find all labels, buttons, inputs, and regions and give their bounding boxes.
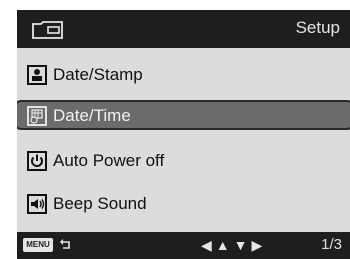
header-bar: Setup bbox=[17, 10, 350, 48]
back-arrow-icon[interactable] bbox=[59, 237, 73, 256]
page-title: Setup bbox=[295, 18, 340, 37]
menu-item-date-stamp[interactable]: Date/Stamp bbox=[17, 58, 350, 92]
menu-item-label: Beep Sound bbox=[53, 194, 147, 213]
menu-item-auto-power-off[interactable]: Auto Power off bbox=[17, 144, 350, 178]
stamp-icon bbox=[27, 65, 47, 85]
menu-item-date-time[interactable]: Date/Time bbox=[17, 99, 350, 133]
menu-item-beep-sound[interactable]: Beep Sound bbox=[17, 187, 350, 221]
camera-icon bbox=[31, 20, 65, 45]
calendar-clock-icon bbox=[27, 106, 47, 126]
menu-item-label: Date/Stamp bbox=[53, 65, 143, 84]
power-icon bbox=[27, 151, 47, 171]
footer-bar: MENU ◀▲▼▶ 1/3 bbox=[17, 232, 350, 259]
navigation-arrows: ◀▲▼▶ bbox=[201, 237, 267, 253]
camera-settings-screen: Setup Date/Stamp Date/Time Auto Power of… bbox=[17, 10, 350, 259]
menu-item-label: Auto Power off bbox=[53, 151, 165, 170]
page-indicator: 1/3 bbox=[321, 236, 342, 253]
speaker-icon bbox=[27, 194, 47, 214]
menu-button[interactable]: MENU bbox=[23, 238, 53, 252]
menu-item-label: Date/Time bbox=[53, 106, 131, 125]
